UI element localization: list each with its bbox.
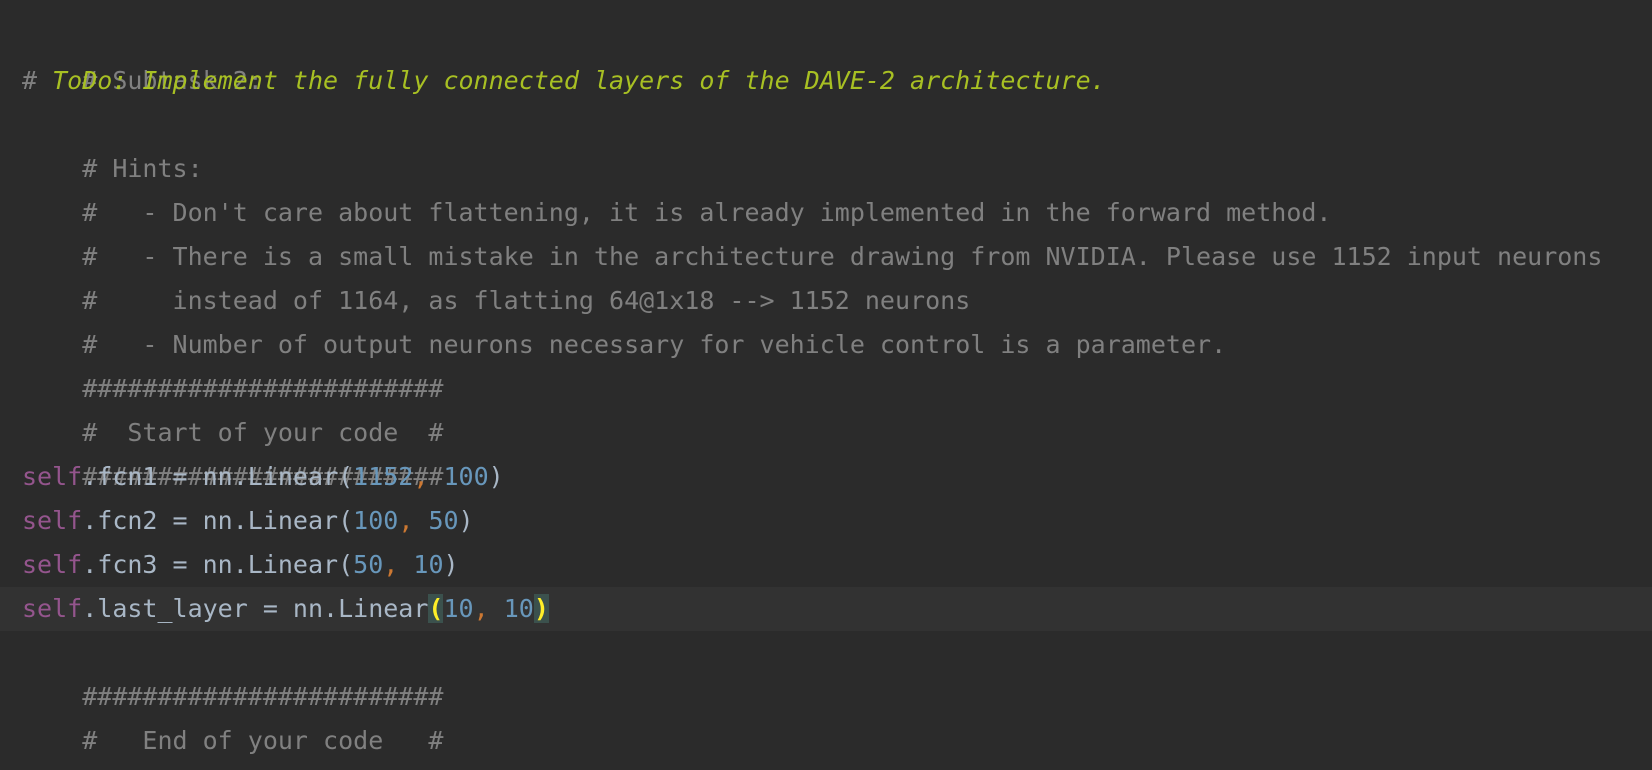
close-paren: ) [443,550,459,579]
code-line[interactable]: # End of your code # [0,675,1652,755]
code-line[interactable]: # - Number of output neurons necessary f… [0,279,1652,359]
comma: , [413,462,429,491]
code-line[interactable]: # - Don't care about flattening, it is a… [0,147,1652,227]
code-line[interactable]: self.fcn3 = nn.Linear(50, 10) [0,543,1652,587]
todo-comment-text: ToDo: Implement the fully connected laye… [52,66,1106,95]
number-literal: 100 [443,462,489,491]
code-editor[interactable]: # Subtask 2: # ToDo: Implement the fully… [0,0,1652,770]
number-literal: 100 [353,506,399,535]
code-line[interactable]: # Subtask 2: [0,15,1652,95]
comma: , [473,594,489,623]
self-keyword: self [22,462,83,491]
code-text: .fcn3 = nn.Linear( [82,550,354,579]
number-literal: 10 [503,594,534,623]
self-keyword: self [22,506,83,535]
code-line[interactable]: # ToDo: Implement the fully connected la… [0,59,1652,103]
self-keyword: self [22,550,83,579]
matched-open-paren: ( [428,594,444,623]
code-text: .fcn2 = nn.Linear( [82,506,354,535]
code-text: .fcn1 = nn.Linear( [82,462,354,491]
code-line[interactable]: ######################## [0,719,1652,763]
code-line[interactable]: # - There is a small mistake in the arch… [0,191,1652,271]
code-line[interactable]: # instead of 1164, as flatting 64@1x18 -… [0,235,1652,315]
comma: , [398,506,414,535]
close-paren: ) [458,506,474,535]
self-keyword: self [22,594,83,623]
comment-hash: # [22,66,53,95]
code-line[interactable]: self.fcn2 = nn.Linear(100, 50) [0,499,1652,543]
comma: , [383,550,399,579]
code-line[interactable]: ######################## [0,323,1652,403]
code-line[interactable]: # Start of your code # [0,367,1652,447]
code-line[interactable]: ######################## [0,411,1652,491]
number-literal: 50 [353,550,384,579]
number-literal: 10 [443,594,474,623]
matched-close-paren: ) [533,594,549,623]
number-literal: 50 [428,506,459,535]
code-line[interactable]: # Hints: [0,103,1652,183]
number-literal: 10 [413,550,444,579]
current-code-line[interactable]: self.last_layer = nn.Linear(10, 10) [0,587,1652,631]
number-literal: 1152 [353,462,414,491]
code-line[interactable]: ######################## [0,631,1652,711]
close-paren: ) [488,462,504,491]
code-text: .last_layer = nn.Linear [82,594,429,623]
code-line[interactable]: self.fcn1 = nn.Linear(1152, 100) [0,455,1652,499]
